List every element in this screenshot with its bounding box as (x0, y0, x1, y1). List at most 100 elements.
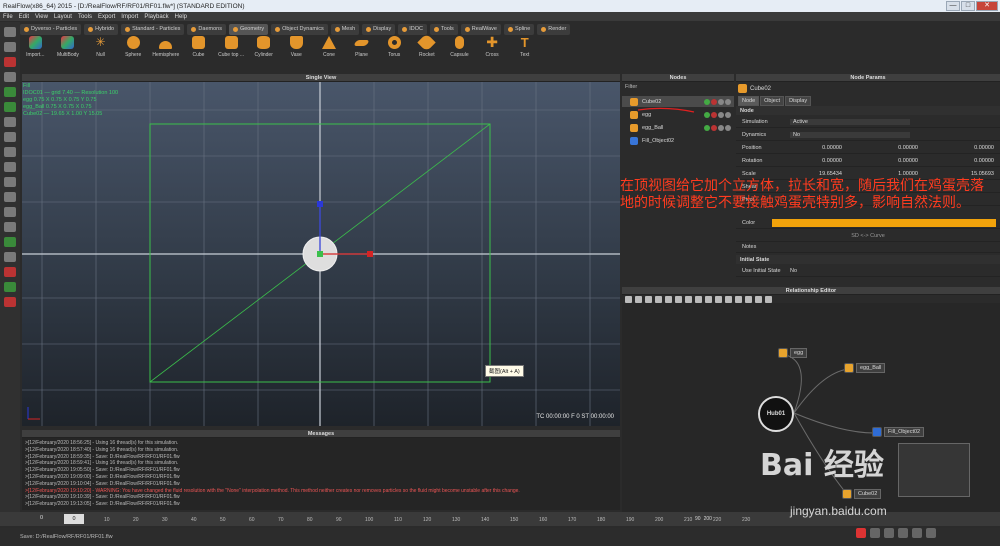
simulation-select[interactable]: Active (790, 118, 910, 125)
timeline-start-field[interactable]: 0 (40, 515, 43, 521)
node-item-egg[interactable]: egg (622, 109, 734, 120)
use-initial-state-checkbox[interactable]: No (790, 268, 797, 274)
edit-icon[interactable] (704, 124, 710, 131)
menu-help[interactable]: Help (175, 14, 187, 20)
null-button[interactable]: ✳ Null (85, 36, 116, 68)
timeline-end-value[interactable]: 200 (704, 516, 712, 522)
tab-object-dynamics[interactable]: Object Dynamics (271, 23, 328, 35)
rotation-y[interactable]: 0.00000 (848, 158, 924, 164)
ball-view-icon[interactable] (4, 207, 16, 217)
cube-button[interactable]: Cube (183, 36, 214, 68)
visibility-icon[interactable] (718, 98, 724, 105)
link-icon[interactable] (711, 111, 717, 118)
edit-icon[interactable] (704, 98, 710, 105)
cylinder-button[interactable]: Cylinder (248, 36, 279, 68)
torus-button[interactable]: Torus (379, 36, 410, 68)
hub01-node[interactable]: Hub01 (758, 396, 794, 432)
tray-icon[interactable] (884, 528, 894, 538)
tab-spline[interactable]: Spline (503, 23, 535, 35)
plane-button[interactable]: Plane (346, 36, 377, 68)
tab-realwave[interactable]: RealWave (460, 23, 501, 35)
menu-file[interactable]: File (3, 14, 13, 20)
link-all-icon[interactable] (675, 296, 682, 303)
mesh-node-icon[interactable] (755, 296, 762, 303)
tab-dyverso[interactable]: Dyverso - Particles (20, 23, 82, 35)
reload-icon[interactable] (635, 296, 642, 303)
minimize-button[interactable]: — (946, 1, 960, 11)
erase-tool-icon[interactable] (4, 267, 16, 277)
tab-object[interactable]: Object (760, 96, 785, 106)
messages-list[interactable]: >[12/February/2020 18:56:25] - Using 16 … (22, 438, 620, 510)
scale-x[interactable]: 19.65434 (772, 171, 848, 177)
render-toggle-icon[interactable] (725, 98, 731, 105)
position-z[interactable]: 0.00000 (924, 145, 1000, 151)
vase-button[interactable]: Vase (281, 36, 312, 68)
rotation-z[interactable]: 0.00000 (924, 158, 1000, 164)
section-node[interactable]: Node (736, 106, 1000, 115)
tray-icon[interactable] (870, 528, 880, 538)
section-initial-state[interactable]: Initial State (736, 255, 1000, 264)
visibility-icon[interactable] (718, 124, 724, 131)
current-frame-field[interactable]: 0 (64, 514, 84, 524)
tab-render[interactable]: Render (537, 23, 571, 35)
dynamics-select[interactable]: No (790, 131, 910, 138)
object-icon[interactable] (745, 296, 752, 303)
wire-view-icon[interactable] (4, 162, 16, 172)
link-icon[interactable] (711, 124, 717, 131)
tab-display[interactable]: Display (362, 23, 396, 35)
tray-icon[interactable] (926, 528, 936, 538)
tab-tools[interactable]: Tools (429, 23, 458, 35)
shade-view-icon[interactable] (4, 222, 16, 232)
box-view-icon[interactable] (4, 147, 16, 157)
pen-tool-icon[interactable] (4, 117, 16, 127)
sphere-button[interactable]: Sphere (118, 36, 149, 68)
tab-mesh[interactable]: Mesh (330, 23, 360, 35)
layout-icon[interactable] (695, 296, 702, 303)
rotate-tool-icon[interactable] (4, 57, 16, 67)
unlink-icon[interactable] (685, 296, 692, 303)
node-item-fill-object02[interactable]: Fill_Object02 (622, 135, 734, 146)
brush-tool-icon[interactable] (4, 237, 16, 247)
rel-node-cube02[interactable]: Cube02 (842, 489, 882, 499)
scale-tool-icon[interactable] (4, 72, 16, 82)
tab-hybrido[interactable]: Hybrido (84, 23, 119, 35)
link-tool-icon[interactable] (4, 102, 16, 112)
timeline-end-value[interactable]: 90 (695, 516, 701, 522)
rocket-button[interactable]: Rocket (412, 33, 443, 68)
hemisphere-button[interactable]: Hemisphere (151, 36, 182, 68)
paint-tool-icon[interactable] (4, 252, 16, 262)
menu-export[interactable]: Export (98, 14, 115, 20)
tray-icon[interactable] (912, 528, 922, 538)
fit-icon[interactable] (655, 296, 662, 303)
rel-node-fill-object02[interactable]: Fill_Object02 (872, 427, 925, 437)
tab-geometry[interactable]: Geometry (228, 23, 269, 35)
text-button[interactable]: T Text (509, 36, 540, 68)
tray-icon[interactable] (898, 528, 908, 538)
scale-y[interactable]: 1.00000 (848, 171, 924, 177)
menu-playback[interactable]: Playback (144, 14, 168, 20)
viewport-canvas[interactable]: Fill IDOC01 — grid 7.40 — Resolution 100… (22, 82, 620, 426)
position-y[interactable]: 0.00000 (848, 145, 924, 151)
move-tool-icon[interactable] (4, 42, 16, 52)
menu-tools[interactable]: Tools (78, 14, 92, 20)
tab-daemons[interactable]: Daemons (187, 23, 226, 35)
filter-icon[interactable] (715, 296, 722, 303)
cube-top-button[interactable]: Cube top ... (216, 36, 247, 68)
gizmo-center-handle[interactable] (317, 251, 323, 257)
maximize-button[interactable]: □ (961, 1, 975, 11)
daemon-icon[interactable] (735, 296, 742, 303)
cone-button[interactable]: Cone (314, 36, 345, 68)
node-item-egg-ball[interactable]: egg_Ball (622, 122, 734, 133)
scale-z[interactable]: 15.05693 (924, 171, 1000, 177)
rel-node-egg[interactable]: egg (778, 348, 808, 358)
cross-button[interactable]: ✚ Cross (477, 35, 508, 68)
render-toggle-icon[interactable] (725, 111, 731, 118)
nodes-filter[interactable]: Filter (622, 84, 734, 92)
capsule-button[interactable]: Capsule (444, 36, 475, 68)
multibody-button[interactable]: MultiBody (53, 36, 84, 68)
zoom-icon[interactable] (665, 296, 672, 303)
save-icon[interactable] (4, 282, 16, 292)
grid-tool-icon[interactable] (4, 87, 16, 97)
gizmo-x-handle[interactable] (367, 251, 373, 257)
tab-node[interactable]: Node (738, 96, 760, 106)
